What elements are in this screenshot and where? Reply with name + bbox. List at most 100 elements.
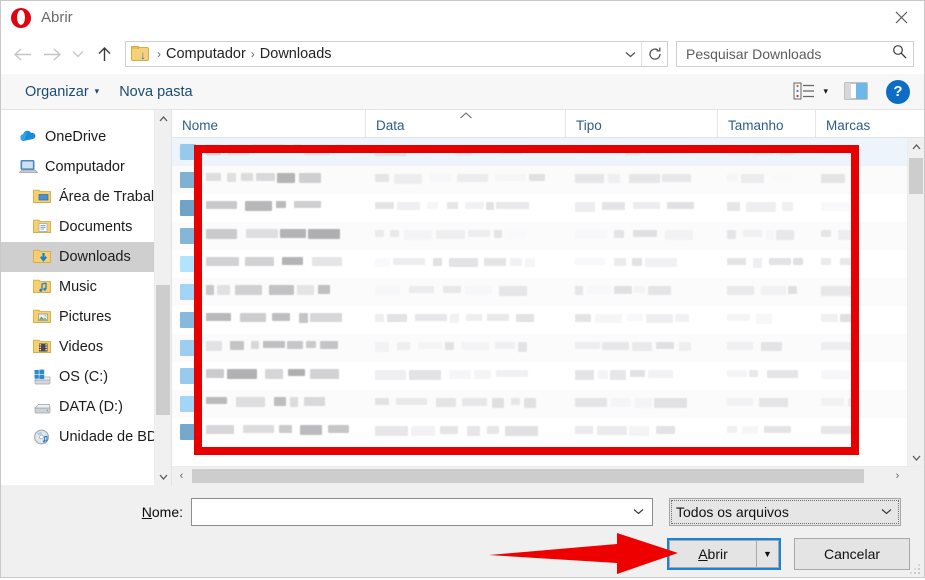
sidebar-item-computador[interactable]: Computador — [1, 152, 171, 182]
sidebar-item-unidade-de-bd-i[interactable]: Unidade de BD-I — [1, 422, 171, 452]
redacted-text-block — [468, 230, 490, 237]
chevron-down-icon: ▾ — [95, 86, 100, 97]
sidebar-item-music[interactable]: Music — [1, 272, 171, 302]
filelist-scrollbar[interactable] — [907, 138, 924, 466]
table-row[interactable] — [172, 390, 907, 418]
sidebar-scrollbar[interactable] — [154, 110, 171, 485]
refresh-icon[interactable] — [641, 42, 667, 66]
file-name-chevron-down-icon[interactable] — [633, 507, 648, 518]
redacted-text-block — [595, 314, 622, 323]
breadcrumb[interactable]: ↓ › Computador › Downloads — [125, 41, 668, 67]
file-name-input[interactable] — [191, 498, 653, 526]
redacted-text-block — [500, 146, 522, 154]
recent-locations-chevron-down-icon[interactable] — [67, 39, 89, 69]
redacted-text-block — [282, 257, 303, 265]
search-input[interactable]: Pesquisar Downloads — [686, 46, 892, 62]
table-row[interactable] — [172, 250, 907, 278]
redacted-text-block — [645, 258, 677, 267]
open-button[interactable]: Abrir — [669, 540, 757, 568]
sidebar-item-label: Music — [59, 279, 97, 295]
open-file-dialog: Abrir ↓ › Computador › Downloads — [0, 0, 925, 578]
redacted-text-block — [743, 230, 762, 237]
redacted-text-block — [648, 286, 671, 295]
sidebar-scroll-thumb[interactable] — [156, 285, 170, 415]
hscroll-left-chevron-left-icon[interactable]: ‹ — [172, 467, 191, 486]
table-row[interactable] — [172, 334, 907, 362]
column-header-tipo[interactable]: Tipo — [565, 110, 717, 137]
redacted-text-block — [206, 425, 234, 434]
breadcrumb-chevron-down-icon[interactable] — [619, 42, 641, 66]
redacted-text-block — [575, 202, 595, 212]
sidebar-item-downloads[interactable]: Downloads — [1, 242, 171, 272]
file-type-icon — [180, 256, 196, 272]
column-header-nome[interactable]: Nome — [172, 110, 365, 137]
sidebar-item-rea-de-trabalho[interactable]: Área de Trabalho — [1, 182, 171, 212]
breadcrumb-item-computador[interactable]: Computador — [166, 46, 246, 62]
redacted-text-block — [436, 230, 465, 239]
redacted-text-block — [415, 314, 447, 321]
column-header-data[interactable]: Data — [365, 110, 565, 137]
table-row[interactable] — [172, 222, 907, 250]
redacted-text-block — [436, 398, 456, 407]
redacted-text-block — [375, 230, 384, 237]
breadcrumb-item-downloads[interactable]: Downloads — [260, 46, 332, 62]
sidebar-item-os-c[interactable]: OS (C:) — [1, 362, 171, 392]
table-row[interactable] — [172, 166, 907, 194]
column-header-marcas[interactable]: Marcas — [815, 110, 875, 137]
redacted-text-block — [206, 397, 227, 404]
back-icon[interactable] — [7, 39, 37, 69]
view-chevron-down-icon[interactable]: ▾ — [819, 86, 840, 97]
organize-button[interactable]: Organizar ▾ — [15, 80, 109, 104]
sidebar-item-documents[interactable]: Documents — [1, 212, 171, 242]
file-rows-area[interactable] — [172, 138, 924, 466]
up-one-level-icon[interactable] — [89, 39, 119, 69]
redacted-text-block — [648, 370, 673, 378]
redacted-text-block — [764, 426, 791, 433]
redacted-text-block — [492, 398, 504, 408]
cancel-button[interactable]: Cancelar — [794, 538, 910, 570]
redacted-text-block — [397, 342, 410, 350]
table-row[interactable] — [172, 138, 907, 166]
hscroll-thumb[interactable] — [192, 469, 864, 483]
resize-grip[interactable] — [909, 562, 921, 574]
filelist-scroll-thumb[interactable] — [909, 158, 923, 194]
sidebar-item-onedrive[interactable]: OneDrive — [1, 122, 171, 152]
file-name-label: Nome: — [1, 504, 191, 520]
table-row[interactable] — [172, 418, 907, 446]
redacted-text-block — [443, 286, 461, 293]
sidebar-scroll-up-chevron-up-icon[interactable] — [155, 110, 171, 127]
table-row[interactable] — [172, 306, 907, 334]
filelist-horizontal-scrollbar[interactable]: ‹ › — [172, 466, 924, 485]
sidebar-item-pictures[interactable]: Pictures — [1, 302, 171, 332]
redacted-text-block — [461, 342, 489, 350]
table-row[interactable] — [172, 278, 907, 306]
open-dropdown-caret-icon[interactable]: ▼ — [757, 540, 779, 568]
preview-pane-icon[interactable] — [844, 82, 868, 102]
close-icon[interactable] — [878, 1, 924, 34]
redacted-text-block — [634, 286, 645, 293]
redacted-text-block — [265, 369, 283, 379]
table-row[interactable] — [172, 194, 907, 222]
sidebar-item-data-d[interactable]: DATA (D:) — [1, 392, 171, 422]
search-box[interactable]: Pesquisar Downloads — [676, 41, 914, 67]
view-options-icon[interactable] — [793, 82, 815, 102]
sidebar-scroll-down-chevron-down-icon[interactable] — [155, 468, 171, 485]
file-type-chevron-down-icon[interactable] — [881, 507, 896, 518]
redacted-text-block — [217, 285, 230, 295]
search-icon[interactable] — [892, 44, 907, 64]
dialog-body: OneDriveComputadorÁrea de TrabalhoDocume… — [1, 110, 924, 485]
file-type-filter-value: Todos os arquivos — [676, 504, 789, 520]
new-folder-button[interactable]: Nova pasta — [109, 80, 202, 104]
column-header-tamanho[interactable]: Tamanho — [717, 110, 815, 137]
file-type-filter-dropdown[interactable]: Todos os arquivos — [669, 498, 901, 526]
help-icon[interactable]: ? — [886, 80, 910, 104]
help-label: ? — [893, 83, 902, 100]
redacted-text-block — [263, 341, 285, 348]
redacted-text-block — [780, 146, 794, 155]
table-row[interactable] — [172, 362, 907, 390]
hscroll-right-chevron-right-icon[interactable]: › — [888, 467, 907, 486]
filelist-scroll-up-chevron-up-icon[interactable] — [908, 138, 924, 155]
forward-icon[interactable] — [37, 39, 67, 69]
sidebar-item-videos[interactable]: Videos — [1, 332, 171, 362]
filelist-scroll-down-chevron-down-icon[interactable] — [908, 449, 924, 466]
